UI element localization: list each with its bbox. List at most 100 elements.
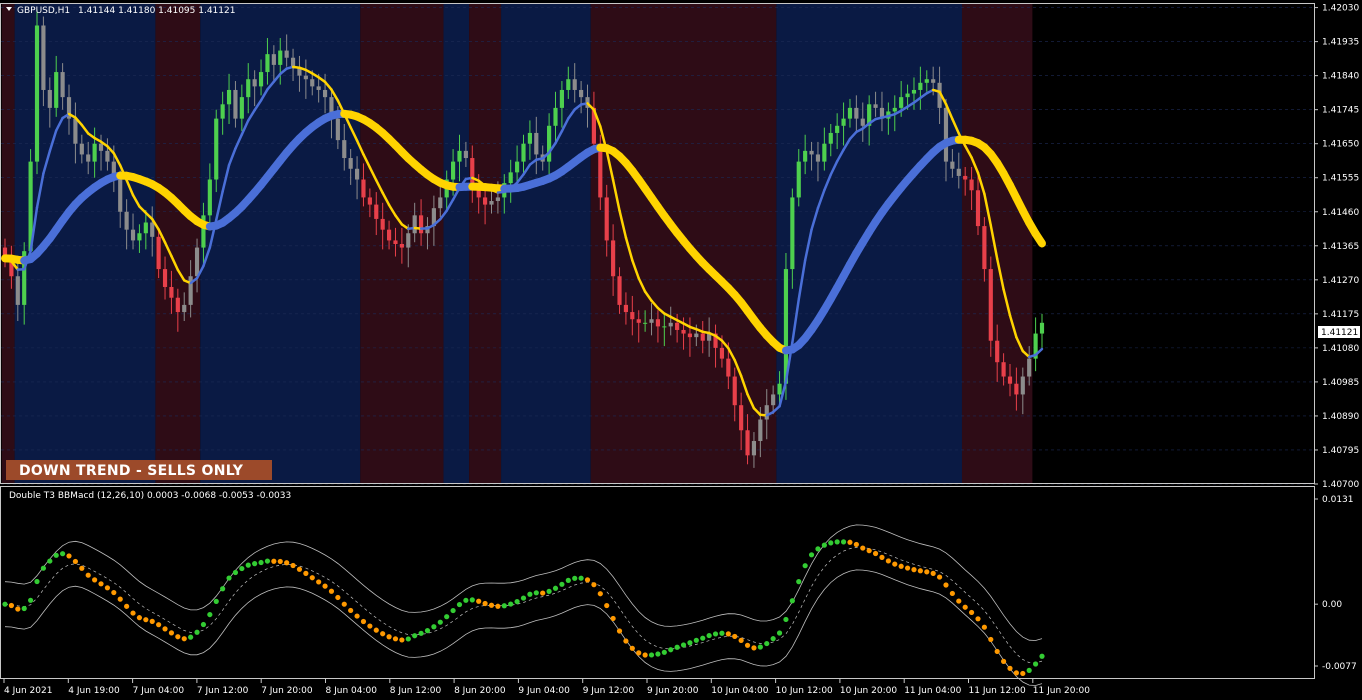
macd-dot <box>79 565 85 571</box>
time-tick-label: 9 Jun 12:00 <box>583 686 635 696</box>
time-tick-label: 8 Jun 04:00 <box>326 686 378 696</box>
time-tick-label: 7 Jun 20:00 <box>261 686 313 696</box>
macd-dot <box>488 602 495 608</box>
candle-body <box>393 240 398 244</box>
macd-dot <box>700 635 706 641</box>
macd-dot <box>28 597 34 603</box>
candle-body <box>687 333 693 338</box>
macd-dot <box>386 634 392 640</box>
macd-dot <box>572 575 578 581</box>
macd-dot <box>405 636 411 642</box>
macd-dot <box>207 611 213 618</box>
macd-dot <box>1032 661 1039 667</box>
macd-dot <box>911 567 917 573</box>
macd-dot <box>239 565 245 572</box>
macd-dot <box>892 561 898 567</box>
candle-body <box>438 197 443 209</box>
candle-body <box>495 197 500 202</box>
candle-body <box>521 143 526 162</box>
candle-body <box>367 197 372 205</box>
candle-body <box>137 233 142 241</box>
candle-body <box>899 97 904 108</box>
macd-dot <box>296 566 303 572</box>
candle-body <box>47 89 52 108</box>
macd-dot <box>258 559 264 566</box>
macd-dot <box>732 633 738 640</box>
candle-body <box>719 347 725 359</box>
macd-dot <box>885 558 891 564</box>
macd-dot <box>341 601 347 607</box>
ohlc-values: 1.41144 1.41180 1.41095 1.41121 <box>78 6 235 16</box>
candle-body <box>860 118 865 126</box>
macd-dot <box>981 624 987 630</box>
symbol-header[interactable]: GBPUSD,H1 1.41144 1.41180 1.41095 1.4112… <box>6 6 235 16</box>
macd-dot <box>796 579 802 585</box>
macd-dot <box>72 558 79 565</box>
macd-dot <box>680 642 687 648</box>
macd-dot <box>527 591 533 597</box>
candle-body <box>700 333 705 341</box>
price-tick-label: 1.41270 <box>1322 276 1359 286</box>
macd-dot <box>604 602 610 609</box>
macd-dot <box>264 558 271 564</box>
macd-dot <box>136 615 143 621</box>
macd-dot <box>162 626 168 632</box>
candle-body <box>1027 358 1032 377</box>
candle-body <box>406 233 411 248</box>
candle-body <box>98 143 104 151</box>
macd-dot <box>764 640 770 647</box>
price-tick-label: 1.40795 <box>1322 446 1359 456</box>
candle-body <box>745 430 750 456</box>
candle-body <box>143 222 148 234</box>
candle-body <box>751 441 757 456</box>
time-tick-label: 7 Jun 12:00 <box>197 686 249 696</box>
macd-dot <box>834 539 840 545</box>
macd-dot <box>610 615 616 622</box>
macd-dot <box>693 637 699 643</box>
macd-dot <box>1013 670 1019 676</box>
macd-dot <box>271 558 277 564</box>
macd-dot <box>872 550 879 557</box>
indicator-frame <box>0 486 1315 679</box>
candle-body <box>354 168 360 180</box>
macd-dot <box>303 570 309 576</box>
time-tick-label: 8 Jun 12:00 <box>390 686 442 696</box>
trend-zone-up <box>443 4 470 484</box>
time-tick-label: 11 Jun 20:00 <box>1033 686 1090 696</box>
macd-dot <box>104 585 111 591</box>
candle-body <box>681 329 686 334</box>
symbol-timeframe-label: GBPUSD,H1 <box>17 6 70 16</box>
macd-dot <box>821 542 827 548</box>
macd-dot <box>322 583 328 589</box>
time-tick-label: 4 Jun 19:00 <box>68 686 120 696</box>
candle-body <box>854 107 859 119</box>
macd-dot <box>565 577 571 583</box>
candle-body <box>611 240 616 277</box>
candle-body <box>527 132 532 144</box>
macd-dot <box>399 637 405 643</box>
candle-body <box>515 161 520 173</box>
macd-dot <box>175 634 181 640</box>
macd-dot <box>514 598 520 605</box>
candle-body <box>604 197 609 241</box>
trend-zone-backgrounds <box>1 4 1033 484</box>
macd-dot <box>968 609 975 616</box>
macd-dot <box>802 563 808 569</box>
macd-dot <box>111 589 117 596</box>
trend-zone-up <box>776 4 962 484</box>
candle-body <box>655 319 661 327</box>
candle-body <box>771 394 776 406</box>
macd-dot <box>495 603 501 609</box>
candle-body <box>905 93 910 98</box>
macd-dot <box>930 570 936 576</box>
candle-body <box>643 322 648 324</box>
macd-dot <box>508 601 514 607</box>
chart-window[interactable]: GBPUSD,H1 1.41144 1.41180 1.41095 1.4112… <box>0 0 1362 700</box>
macd-dot <box>668 647 674 653</box>
macd-dot <box>412 633 418 639</box>
macd-dot <box>962 604 968 610</box>
candle-body <box>130 229 136 241</box>
candle-body <box>386 229 392 241</box>
price-tick-label: 1.40700 <box>1322 480 1359 490</box>
macd-dot <box>450 607 456 614</box>
